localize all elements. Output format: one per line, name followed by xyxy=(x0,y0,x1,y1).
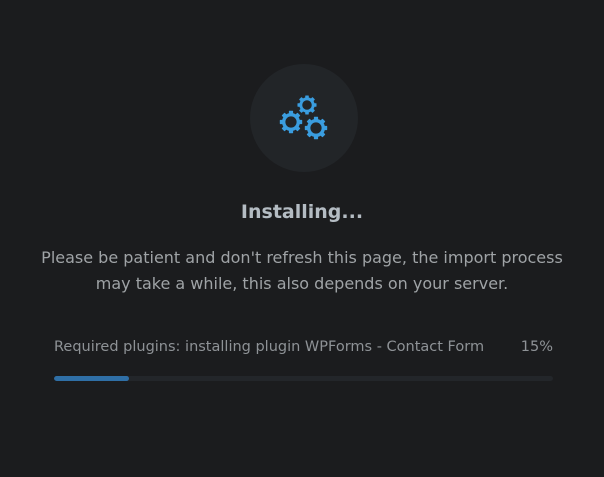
description-line-2: may take a while, this also depends on y… xyxy=(95,274,509,293)
progress-percent-label: 15% xyxy=(520,339,553,355)
install-status-row: Required plugins: installing plugin WPFo… xyxy=(54,337,553,357)
progress-bar xyxy=(54,376,553,381)
install-status-text: Required plugins: installing plugin WPFo… xyxy=(54,339,485,355)
gears-icon-badge xyxy=(250,64,358,172)
page-title: Installing... xyxy=(240,201,364,223)
install-description: Please be patient and don't refresh this… xyxy=(40,245,564,297)
progress-bar-fill xyxy=(54,376,129,381)
description-line-1: Please be patient and don't refresh this… xyxy=(41,248,563,267)
gears-icon xyxy=(278,94,329,141)
